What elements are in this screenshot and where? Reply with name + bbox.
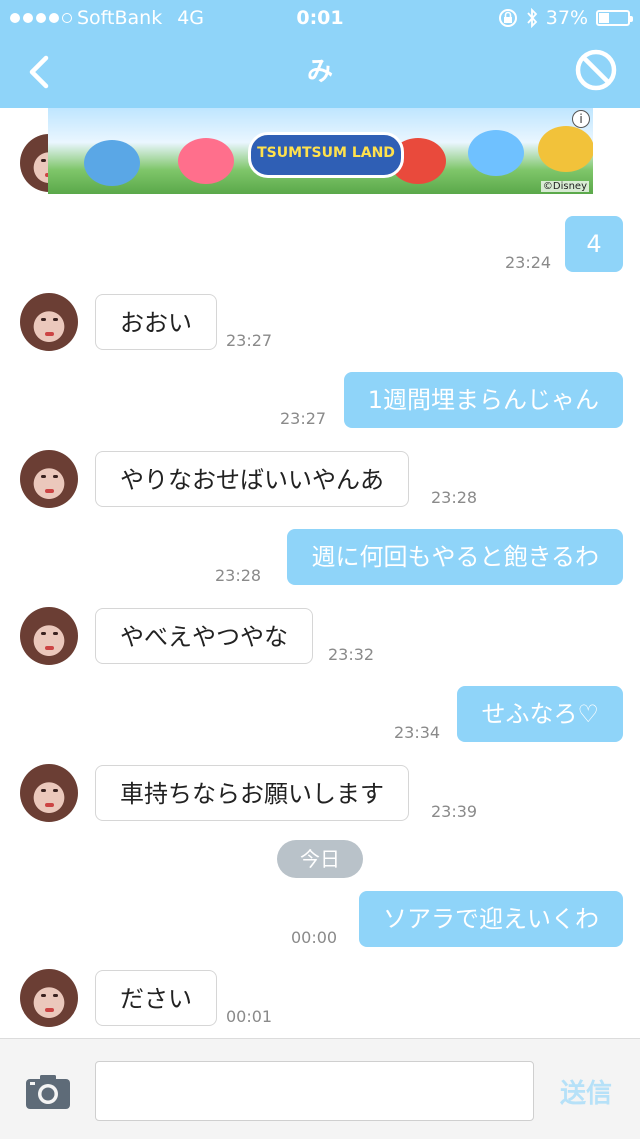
message-time: 23:24 [505, 253, 552, 272]
camera-icon[interactable] [26, 1075, 70, 1109]
chat-area[interactable]: TSUMTSUM LAND i ©Disney 4 23:24 おおい 23:2… [0, 108, 640, 1038]
message-time: 23:28 [431, 488, 478, 507]
message-incoming[interactable]: やべえやつやな [95, 608, 313, 664]
send-button[interactable]: 送信 [546, 1073, 626, 1110]
date-separator: 今日 [277, 840, 363, 878]
avatar[interactable] [20, 450, 78, 508]
composer-bar: 送信 [0, 1038, 640, 1139]
ad-character [84, 140, 140, 186]
message-incoming[interactable]: ださい [95, 970, 217, 1026]
block-icon[interactable] [574, 48, 618, 92]
ad-character [538, 126, 593, 172]
message-outgoing[interactable]: 1週間埋まらんじゃん [343, 372, 623, 428]
header-bar: SoftBank 4G 0:01 37% み [0, 0, 640, 108]
ad-banner[interactable]: TSUMTSUM LAND i ©Disney [48, 108, 593, 194]
ad-character [178, 138, 234, 184]
avatar[interactable] [20, 607, 78, 665]
avatar[interactable] [20, 969, 78, 1027]
avatar[interactable] [20, 764, 78, 822]
message-time: 00:00 [291, 928, 338, 947]
status-right: 37% [498, 6, 633, 30]
ad-character [468, 130, 524, 176]
bluetooth-icon [527, 8, 538, 28]
message-incoming[interactable]: やりなおせばいいやんあ [95, 451, 409, 507]
message-outgoing[interactable]: ソアラで迎えいくわ [359, 891, 623, 947]
ad-info-icon[interactable]: i [572, 110, 590, 128]
message-input[interactable] [95, 1061, 534, 1121]
message-outgoing[interactable]: 週に何回もやると飽きるわ [287, 529, 623, 585]
message-incoming[interactable]: 車持ちならお願いします [95, 765, 409, 821]
message-time: 23:34 [394, 723, 441, 742]
message-time: 23:28 [215, 566, 262, 585]
chat-title: み [306, 57, 333, 87]
message-time: 00:01 [226, 1007, 273, 1026]
message-time: 23:32 [328, 645, 375, 664]
rotation-lock-icon [498, 9, 517, 27]
message-incoming[interactable]: おおい [95, 294, 217, 350]
avatar[interactable] [20, 293, 78, 351]
ad-logo: TSUMTSUM LAND [248, 132, 404, 178]
message-outgoing[interactable]: せふなろ♡ [457, 686, 623, 742]
battery-icon [596, 10, 633, 26]
message-time: 23:39 [431, 802, 478, 821]
message-time: 23:27 [280, 409, 327, 428]
battery-fill [599, 13, 609, 23]
battery-percent: 37% [545, 7, 588, 29]
message-time: 23:27 [226, 331, 273, 350]
ad-copyright: ©Disney [540, 181, 589, 192]
message-outgoing[interactable]: 4 [565, 216, 623, 272]
